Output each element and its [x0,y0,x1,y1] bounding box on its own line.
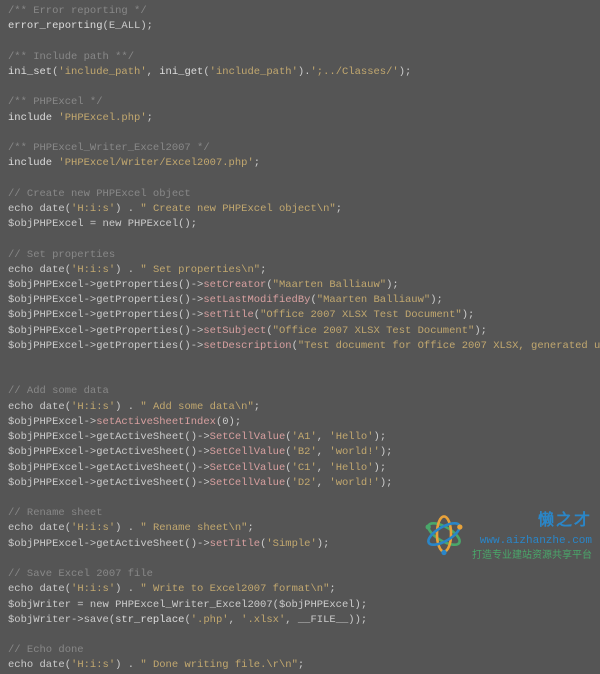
fn: include [8,157,52,169]
fn: include [8,112,52,124]
watermark-logo-icon [422,512,466,562]
string: 'include_path' [58,66,146,78]
comment: // Create new PHPExcel object [8,188,191,200]
code-block: /** Error reporting */ error_reporting(E… [8,4,592,674]
comment: // Save Excel 2007 file [8,568,153,580]
comment: /** PHPExcel */ [8,96,103,108]
fn: error_reporting [8,20,103,32]
watermark-title: 懒之才 [472,510,592,533]
comment: // Set properties [8,249,115,261]
watermark-tagline: 打造专业建站资源共享平台 [472,550,592,565]
fn: ini_get [159,66,203,78]
comment: // Rename sheet [8,507,103,519]
comment: /** Include path **/ [8,51,134,63]
comment: // Add some data [8,385,109,397]
comment: /** PHPExcel_Writer_Excel2007 */ [8,142,210,154]
comment: /** Error reporting */ [8,5,147,17]
fn: ini_set [8,66,52,78]
comment: // Echo done [8,644,84,656]
watermark-url: www.aizhanzhe.com [472,534,592,550]
watermark: 懒之才 www.aizhanzhe.com 打造专业建站资源共享平台 [422,510,592,564]
